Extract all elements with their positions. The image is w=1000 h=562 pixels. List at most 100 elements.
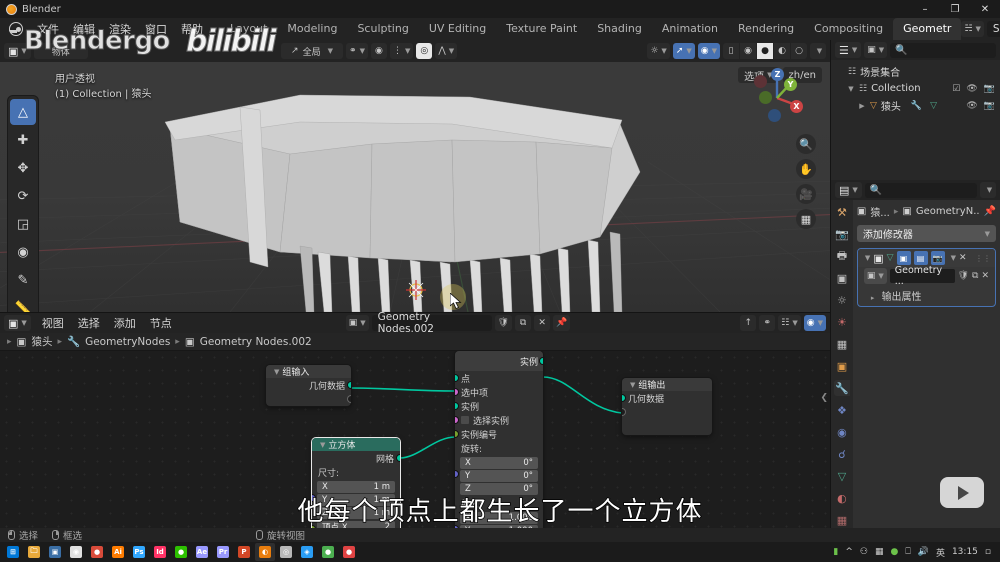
node-editor-type-selector[interactable]: ▣ ▼ [4, 315, 31, 331]
node-menu-1[interactable]: 选择 [74, 313, 104, 333]
interaction-mode-selector[interactable]: 物体 [33, 43, 88, 59]
battery-icon[interactable]: ▮ [833, 547, 838, 557]
camera-icon[interactable]: 🎥 [796, 184, 816, 204]
shield-icon[interactable]: ● [890, 547, 898, 557]
workspace-tab-sculpting[interactable]: Sculpting [347, 18, 418, 40]
geometry-input-socket[interactable] [622, 395, 625, 401]
scale-tool[interactable]: ◲ [10, 211, 36, 237]
outliner-row-2[interactable]: ▶ ▽ 猿头 🔧 ▽ 👁 📷 [831, 97, 1000, 114]
scale-x-field[interactable]: X 1.000 [460, 512, 538, 524]
render-icon[interactable]: 📷 [834, 226, 850, 242]
duplicate-nodetree-icon[interactable]: ⧉ [515, 315, 532, 331]
node-menu-3[interactable]: 节点 [146, 313, 176, 333]
shading-options-chevron[interactable]: ▼ [810, 43, 826, 59]
clock[interactable]: 13:15 [952, 547, 978, 557]
app-icon-3[interactable]: ◉ [66, 543, 86, 561]
eye-icon[interactable]: 👁 [966, 101, 977, 111]
network-icon[interactable]: ⎕ [905, 547, 910, 557]
viewport-canvas[interactable]: 用户透视 (1) Collection | 猿头 △ ✚ ✥ ⟳ ◲ ◉ ✎ 📏… [0, 62, 830, 312]
tool-icon[interactable]: ⚒ [834, 204, 850, 220]
fake-user-shield-icon[interactable]: 🛡 [958, 271, 969, 281]
app-icon-13[interactable]: ◎ [276, 543, 296, 561]
size-y-field[interactable]: Y 1 m [317, 494, 395, 506]
workspace-tab-uv-editing[interactable]: UV Editing [419, 18, 496, 40]
gizmo-y-negative[interactable] [759, 91, 772, 104]
material-icon[interactable]: ◐ [834, 490, 850, 506]
size-socket[interactable] [312, 495, 315, 501]
grid-icon[interactable]: ▦ [796, 209, 816, 229]
outliner-search-input[interactable]: 🔍 [890, 42, 996, 58]
workspace-tab-geometr[interactable]: Geometr [893, 18, 962, 40]
group-input-extend-socket-row[interactable] [266, 392, 351, 406]
group-output-node[interactable]: ▼ 组输出 几何数据 [622, 378, 712, 435]
snap-target-icon[interactable]: ⋮ ▼ [389, 43, 414, 59]
expander-icon[interactable]: ▼ [847, 85, 855, 93]
properties-options-chevron[interactable]: ▼ [980, 182, 996, 198]
grid-tray-icon[interactable]: ▦ [875, 547, 884, 557]
scene-name-field[interactable]: Scene [986, 21, 1000, 37]
instance-index-socket[interactable] [455, 431, 458, 437]
breadcrumb-modifier[interactable]: GeometryN.. [916, 206, 980, 217]
node-canvas[interactable]: ▼ 组输入 几何数据 实例 点 选中项 实例 选择实例 实例编号 旋转: X 0… [0, 351, 830, 528]
onoff-editmode-icon[interactable]: ▤ [913, 251, 928, 265]
shading-material-icon[interactable]: ◐ [774, 43, 790, 59]
minimize-button[interactable]: – [910, 0, 940, 18]
node-menu-0[interactable]: 视图 [38, 313, 68, 333]
nodetree-browse-icon[interactable]: ▣ ▼ [863, 268, 887, 284]
wechat-icon[interactable]: ● [171, 543, 191, 561]
breadcrumb-object[interactable]: 猿... [870, 204, 890, 219]
unlink-nodetree-icon[interactable]: ✕ [981, 271, 989, 281]
unlink-nodetree-icon[interactable]: ✕ [534, 315, 551, 331]
modifier-extras-chevron[interactable]: ▼ [951, 254, 956, 262]
node-parent-icon[interactable]: ↑ [740, 315, 757, 331]
gizmo-toggle-icon[interactable]: ➚ ▼ [672, 43, 695, 59]
pick-instance-socket[interactable] [455, 417, 458, 423]
app-icon-2[interactable]: ▣ [45, 543, 65, 561]
cursor-tool[interactable]: ✚ [10, 127, 36, 153]
pick-instance-input-row[interactable]: 选择实例 [455, 413, 543, 427]
edit-mode-display-icon[interactable]: ▽ [887, 253, 894, 263]
collection-icon[interactable]: ▦ [834, 336, 850, 352]
eye-icon[interactable]: 👁 [966, 84, 977, 94]
file-explorer-icon[interactable]: 🗀 [24, 543, 44, 561]
workspace-tab-layout[interactable]: Layout [220, 18, 277, 40]
maximize-button[interactable]: ❐ [940, 0, 970, 18]
volume-icon[interactable]: 🔊 [918, 547, 929, 557]
instance-on-points-node[interactable]: 实例 点 选中项 实例 选择实例 实例编号 旋转: X 0° Y 0° Z 0°… [455, 351, 543, 528]
group-output-extend-row[interactable] [622, 405, 712, 419]
modifier-icon[interactable]: 🔧 [833, 380, 850, 396]
rotation-x-field[interactable]: X 0° [460, 457, 538, 469]
menu-1[interactable]: 编辑 [66, 18, 102, 40]
scene-icon[interactable]: ☼ [834, 292, 850, 308]
snap-magnet-icon[interactable]: ⚭ ▼ [346, 43, 368, 59]
particles-icon[interactable]: ❖ [834, 402, 850, 418]
instance-index-input-row[interactable]: 实例编号 [455, 427, 543, 441]
move-tool[interactable]: ✥ [10, 155, 36, 181]
cube-mesh-output-row[interactable]: 网格 [312, 451, 400, 465]
blender-icon[interactable]: ◐ [255, 543, 275, 561]
menu-0[interactable]: 文件 [30, 18, 66, 40]
start-button[interactable]: ⊞ [3, 543, 23, 561]
pin-icon[interactable]: 📌 [553, 315, 571, 331]
cube-node[interactable]: ▼ 立方体 网格 尺寸: X 1 m Y 1 m Z 1 m 顶点 X 2 [312, 438, 400, 528]
onoff-cage-icon[interactable]: ▣ [896, 251, 911, 265]
size-z-field[interactable]: Z 1 m [317, 507, 395, 519]
camera-icon[interactable]: 📷 [984, 84, 995, 94]
menu-3[interactable]: 窗口 [138, 18, 174, 40]
add-modifier-button[interactable]: 添加修改器 ▼ [856, 225, 996, 242]
menu-2[interactable]: 渲染 [102, 18, 138, 40]
properties-editor-type-selector[interactable]: ▤ ▼ [835, 182, 862, 198]
chrome-icon[interactable]: ● [87, 543, 107, 561]
powerpoint-icon[interactable]: P [234, 543, 254, 561]
node-tree-browse-icon[interactable]: ▣ ▼ [345, 315, 369, 331]
scene-browse-icon[interactable]: ☵ ▼ [961, 21, 984, 37]
shading-rendered-icon[interactable]: ○ [791, 43, 807, 59]
instance-output-socket[interactable] [540, 358, 543, 364]
breadcrumb-object[interactable]: 猿头 [31, 334, 52, 349]
selection-input-row[interactable]: 选中项 [455, 385, 543, 399]
breadcrumb-tree[interactable]: Geometry Nodes.002 [200, 336, 312, 348]
menu-4[interactable]: 帮助 [174, 18, 210, 40]
extend-socket[interactable] [622, 409, 625, 415]
shading-wireframe-icon[interactable]: ▯ [723, 43, 739, 59]
app-icon-14[interactable]: ◈ [297, 543, 317, 561]
